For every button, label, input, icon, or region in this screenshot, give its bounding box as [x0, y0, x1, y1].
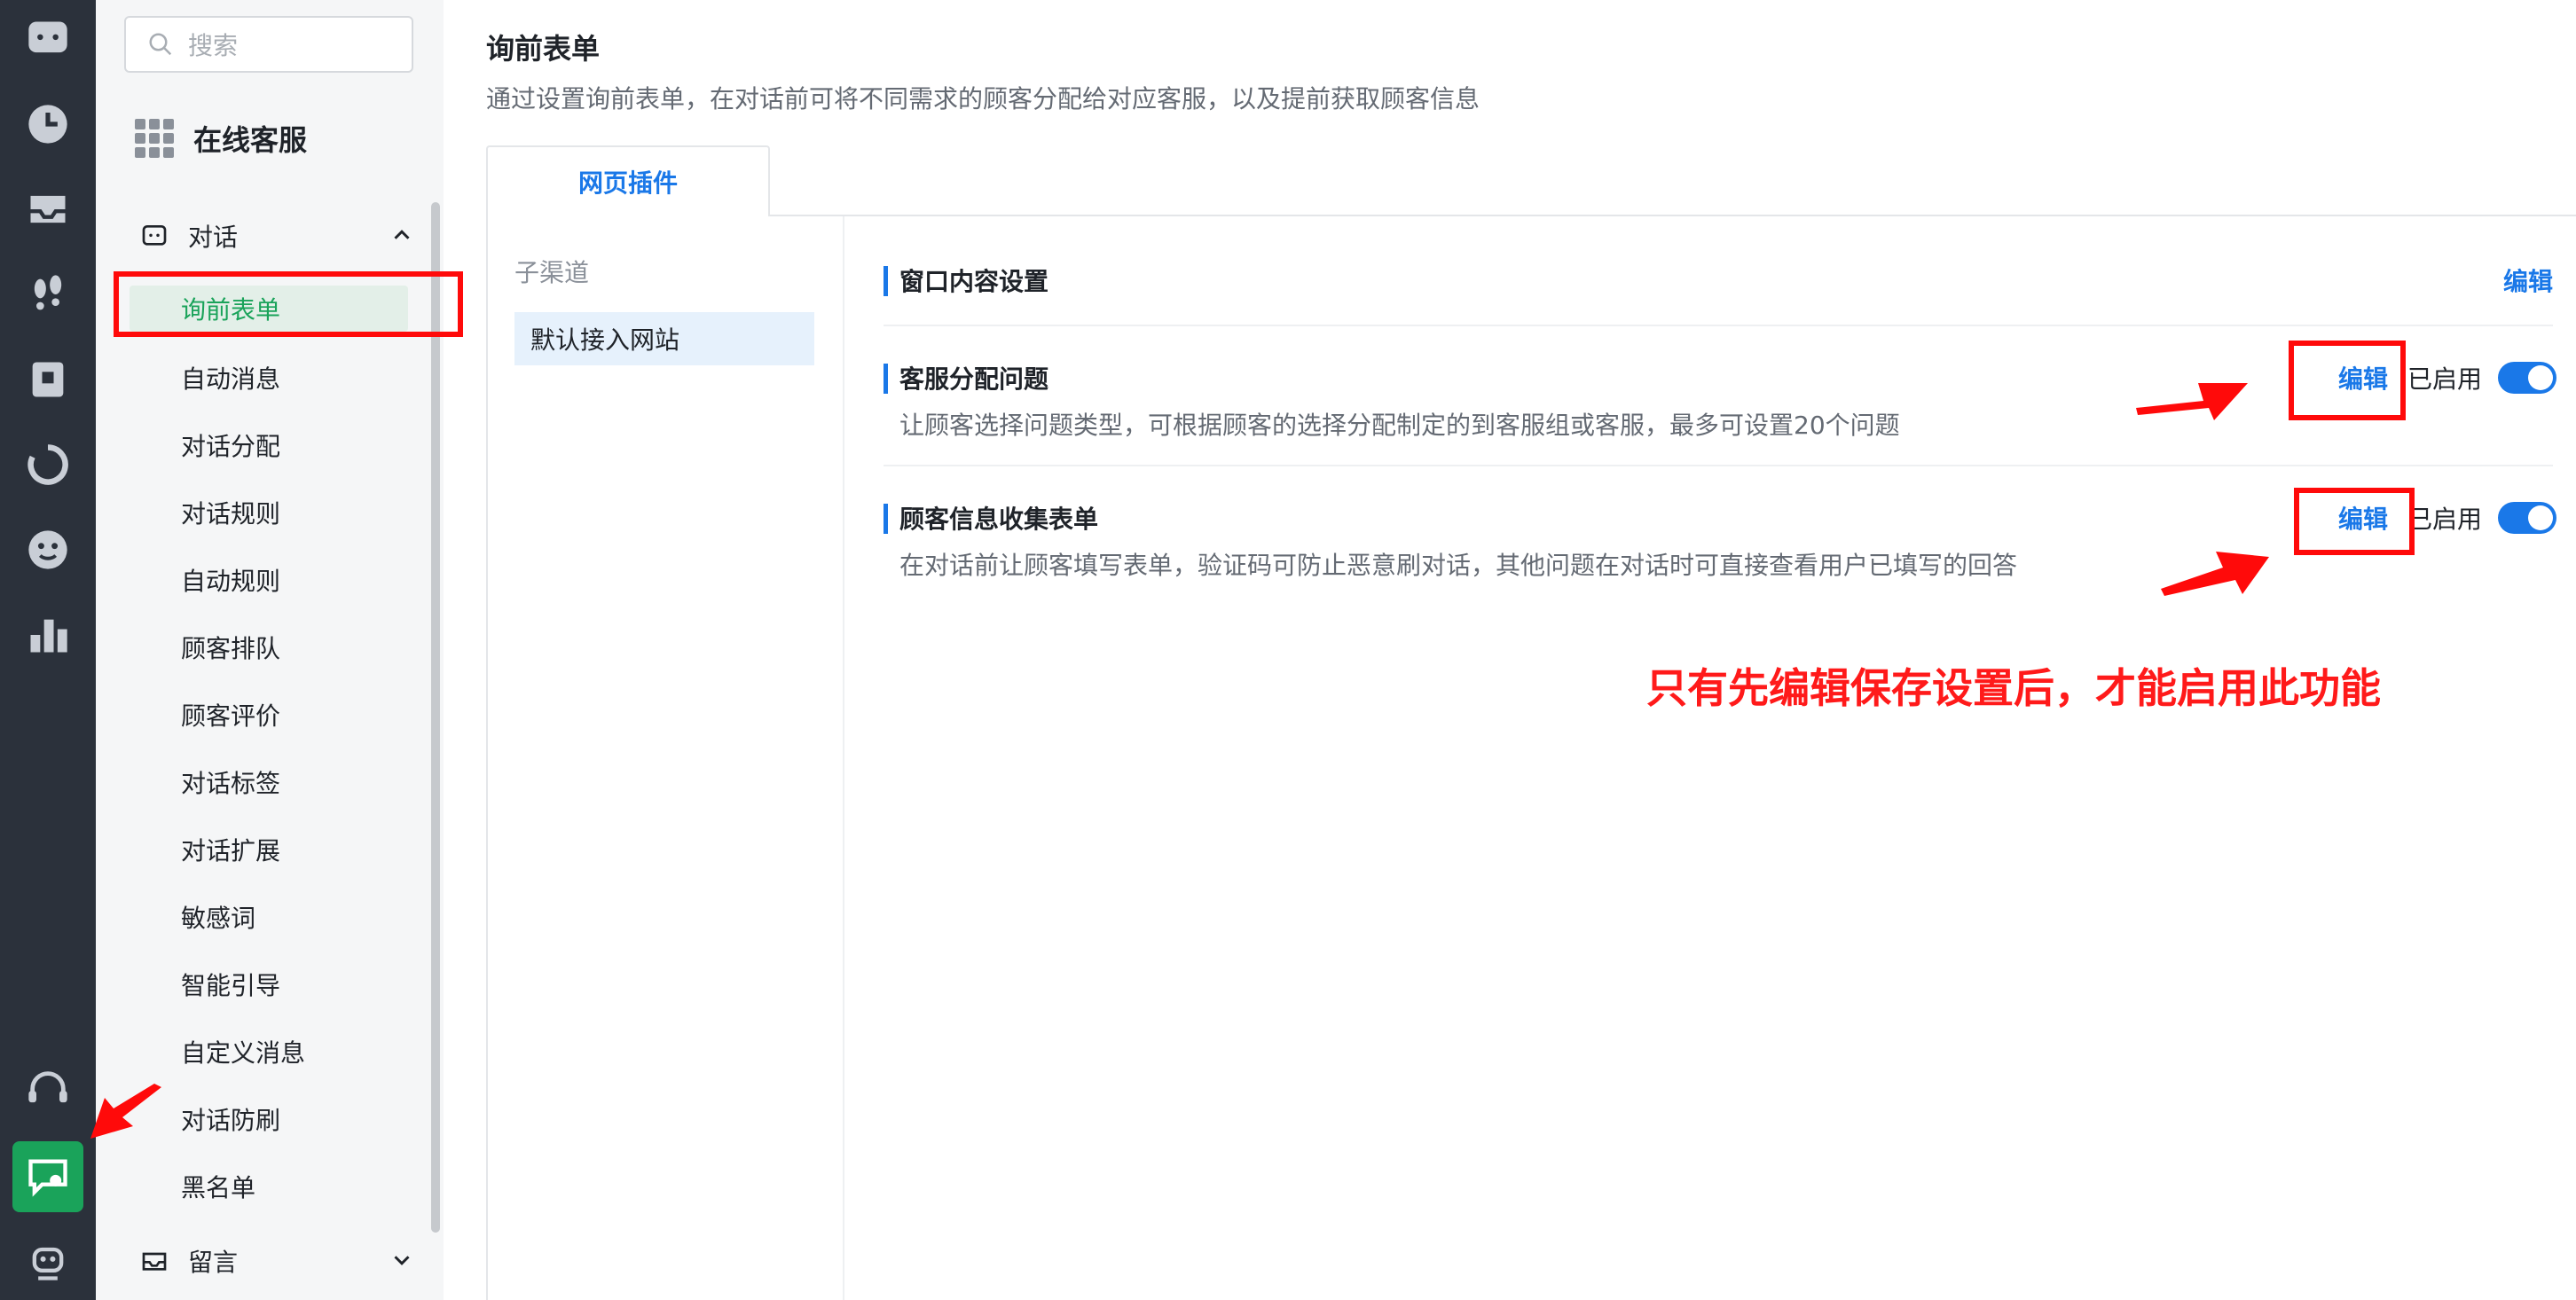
inbox-icon — [142, 1252, 167, 1271]
group-message-label: 留言 — [188, 1248, 239, 1277]
nav-item-label: 对话扩展 — [181, 836, 281, 865]
section-title: 顾客信息收集表单 — [899, 505, 1099, 534]
section-accent-bar — [884, 364, 888, 394]
section-title: 窗口内容设置 — [899, 267, 1049, 296]
nav-item-label: 对话规则 — [181, 499, 281, 529]
search-placeholder: 搜索 — [188, 31, 239, 60]
section-separator — [884, 465, 2553, 466]
bookmark-icon[interactable] — [12, 344, 83, 415]
tab-label: 网页插件 — [577, 168, 678, 198]
chat-bubble-icon — [142, 224, 167, 246]
enable-toggle[interactable] — [2498, 362, 2556, 394]
annotation-box-nav — [114, 271, 463, 337]
nav-item-label: 智能引导 — [181, 971, 281, 1000]
group-conversation-label: 对话 — [188, 223, 239, 252]
sub-channel-header: 子渠道 — [514, 258, 590, 287]
nav-item-label: 对话分配 — [181, 432, 281, 461]
headset-icon[interactable] — [12, 1053, 83, 1124]
panel-divider — [843, 216, 844, 1300]
nav-item-label: 顾客排队 — [181, 634, 281, 663]
nav-item-label: 敏感词 — [181, 904, 256, 933]
sub-channel-item[interactable]: 默认接入网站 — [514, 312, 814, 365]
annotation-arrow-icon — [2136, 383, 2248, 420]
app-title-row: 在线客服 — [135, 114, 307, 163]
chevron-down-icon[interactable] — [389, 1247, 415, 1273]
annotation-box-edit-1 — [2289, 341, 2406, 420]
section-accent-bar — [884, 266, 888, 296]
nav-item-label: 顾客评价 — [181, 701, 281, 731]
chevron-up-icon[interactable] — [389, 222, 415, 248]
face-icon[interactable] — [12, 514, 83, 585]
annotation-text: 只有先编辑保存设置后，才能启用此功能 — [1646, 664, 2381, 712]
apps-grid-icon[interactable] — [135, 119, 174, 158]
sidebar-scrollbar[interactable] — [431, 202, 440, 1233]
nav-item-label: 自动规则 — [181, 567, 281, 596]
edit-button[interactable]: 编辑 — [2503, 262, 2553, 298]
nav-item-label: 对话防刷 — [181, 1106, 281, 1135]
tab-web-plugin[interactable]: 网页插件 — [486, 145, 770, 216]
bar-chart-icon[interactable] — [12, 599, 83, 670]
section-description: 在对话前让顾客填写表单，验证码可防止恶意刷对话，其他问题在对话时可直接查看用户已… — [899, 551, 2018, 580]
nav-item-label: 对话标签 — [181, 769, 281, 798]
refresh-icon[interactable] — [12, 429, 83, 500]
main-content: 询前表单 通过设置询前表单，在对话前可将不同需求的顾客分配给对应客服，以及提前获… — [444, 0, 2576, 1300]
section-title: 客服分配问题 — [899, 364, 1049, 394]
nav-item-label: 自动消息 — [181, 364, 281, 394]
chat-settings-icon[interactable] — [12, 1141, 83, 1212]
section-separator — [884, 325, 2553, 326]
nav-item-label: 黑名单 — [181, 1173, 256, 1202]
annotation-box-edit-2 — [2294, 488, 2415, 555]
chat-bubble-icon[interactable] — [12, 4, 83, 74]
annotation-arrow-icon — [2161, 552, 2269, 596]
section-description: 让顾客选择问题类型，可根据顾客的选择分配制定的到客服组或客服，最多可设置20个问… — [899, 411, 1900, 440]
panel-left-border — [486, 215, 488, 1300]
page-description: 通过设置询前表单，在对话前可将不同需求的顾客分配给对应客服，以及提前获取顾客信息 — [486, 84, 1480, 114]
nav-item-label: 自定义消息 — [181, 1038, 306, 1068]
status-label: 已启用 — [2407, 364, 2483, 394]
app-title: 在线客服 — [193, 123, 308, 157]
section-window-content: 窗口内容设置 编辑 — [884, 262, 2553, 302]
app-window: 搜索 在线客服 对话 询前表单 自动消息 对话分配 对话规则 自动规则 顾客排队… — [0, 0, 2576, 1300]
inbox-icon[interactable] — [12, 174, 83, 245]
section-accent-bar — [884, 504, 888, 534]
annotation-arrow-icon — [90, 1084, 161, 1139]
status-label: 已启用 — [2407, 505, 2483, 534]
search-icon — [149, 33, 172, 56]
search-input[interactable]: 搜索 — [124, 16, 413, 73]
icon-rail — [0, 0, 96, 1300]
tab-divider — [770, 215, 2576, 216]
enable-toggle[interactable] — [2498, 502, 2556, 534]
robot-icon[interactable] — [12, 1226, 83, 1296]
footprints-icon[interactable] — [12, 259, 83, 330]
group-conversation[interactable]: 对话 — [140, 211, 415, 261]
clock-icon[interactable] — [12, 89, 83, 160]
page-title: 询前表单 — [486, 32, 601, 66]
sub-channel-label: 默认接入网站 — [530, 325, 680, 355]
group-message[interactable]: 留言 — [140, 1236, 415, 1286]
